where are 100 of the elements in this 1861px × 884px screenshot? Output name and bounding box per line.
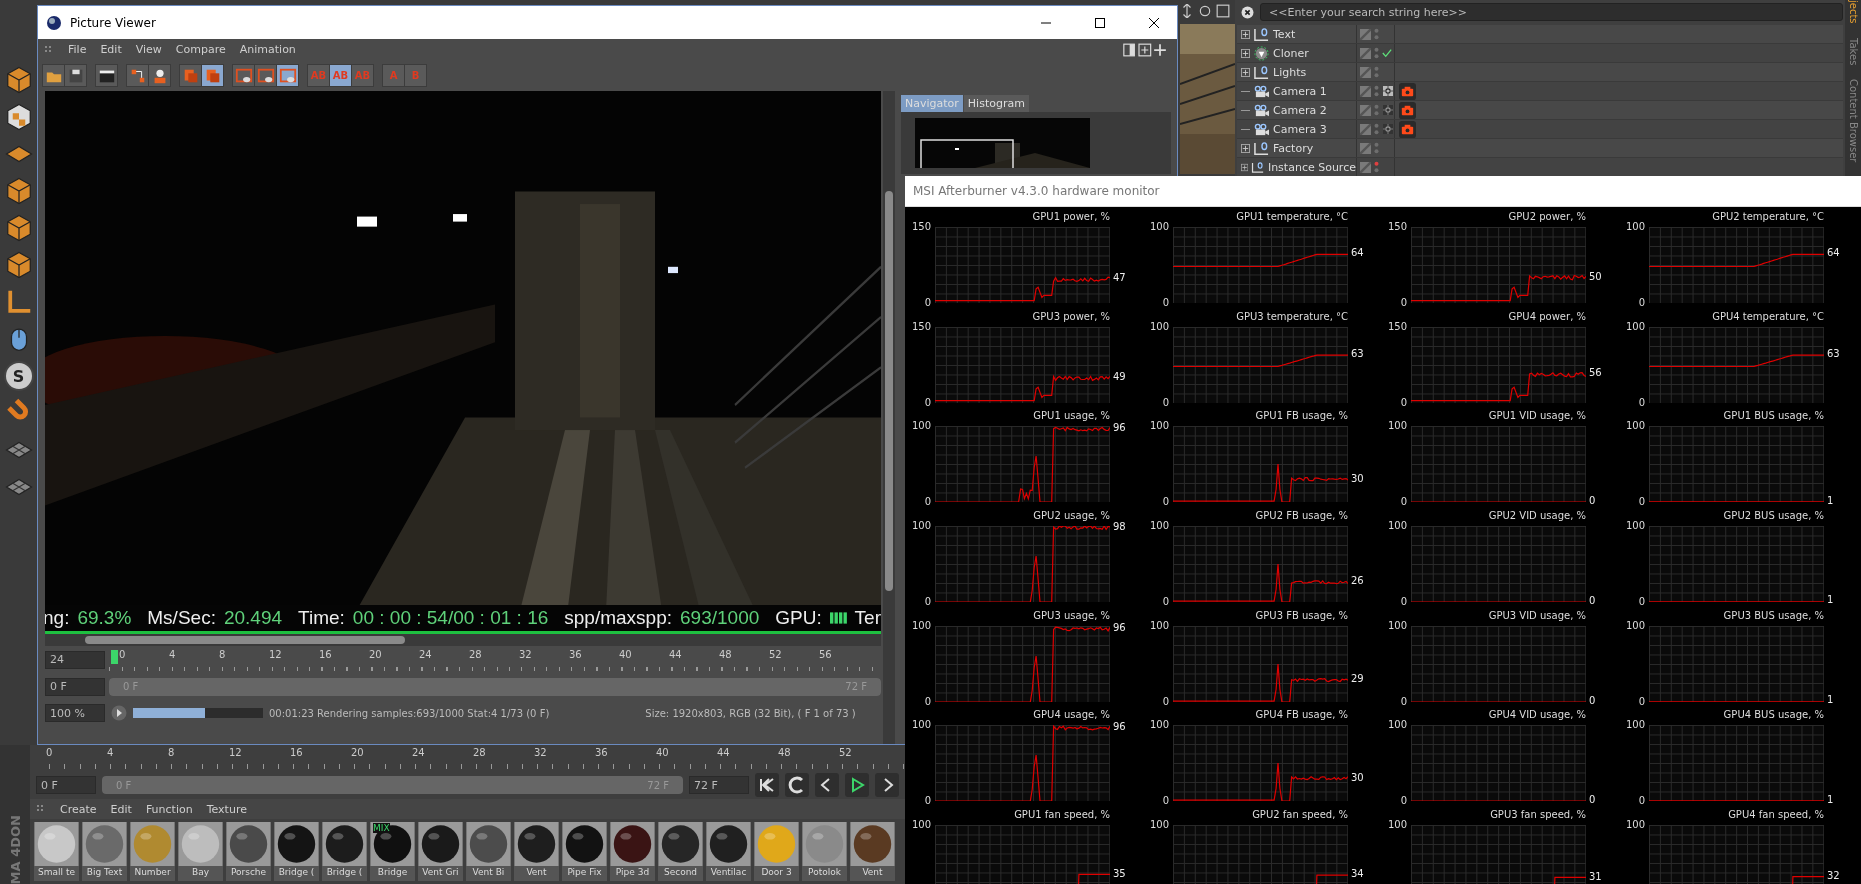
visibility-dots-icon[interactable] bbox=[1374, 160, 1379, 174]
material-swatch[interactable]: Bridge ( bbox=[322, 822, 367, 881]
expand-icon[interactable] bbox=[1241, 48, 1250, 58]
frame-icon[interactable] bbox=[1216, 4, 1230, 18]
axis-label: 100 bbox=[911, 420, 931, 432]
frame-icon[interactable] bbox=[255, 65, 276, 86]
material-swatch[interactable]: MIX Bridge bbox=[370, 822, 415, 881]
grip-icon bbox=[36, 804, 46, 814]
nodes-icon[interactable] bbox=[127, 65, 148, 86]
axis-label: 0 bbox=[1638, 396, 1645, 408]
material-swatch[interactable]: Vent bbox=[514, 822, 559, 881]
graph-title: GPU3 temperature, °C bbox=[1236, 310, 1348, 322]
circle-letter-icon[interactable]: S bbox=[3, 361, 34, 391]
menu-item[interactable]: View bbox=[135, 43, 162, 56]
visibility-dots-icon[interactable] bbox=[1374, 84, 1379, 98]
camera-tag-icon[interactable] bbox=[1399, 101, 1416, 119]
menu-item[interactable]: Create bbox=[60, 802, 97, 816]
zoom-field[interactable]: 100 % bbox=[45, 704, 105, 722]
step-back-icon[interactable] bbox=[815, 773, 839, 797]
side-tab[interactable]: jects bbox=[1847, 0, 1859, 24]
target-tag-icon[interactable] bbox=[1383, 124, 1393, 134]
visibility-dots-icon[interactable] bbox=[1374, 103, 1379, 117]
step-forward-icon[interactable] bbox=[875, 773, 899, 797]
material-swatch[interactable]: Vent bbox=[850, 822, 895, 881]
end-frame-field[interactable]: 72 F bbox=[689, 776, 749, 794]
frame-icon[interactable] bbox=[277, 65, 298, 86]
visibility-dots-icon[interactable] bbox=[1374, 65, 1379, 79]
object-row[interactable]: Camera 3 bbox=[1237, 120, 1843, 139]
vertical-scrollbar[interactable] bbox=[883, 91, 895, 744]
side-tab[interactable]: Takes bbox=[1847, 37, 1859, 65]
stat-label: spp/maxspp: bbox=[564, 607, 672, 629]
layer-icon[interactable] bbox=[1360, 123, 1371, 135]
frame-icon[interactable] bbox=[233, 65, 254, 86]
loop-icon[interactable] bbox=[785, 773, 809, 797]
menu-item[interactable]: Compare bbox=[175, 43, 226, 56]
layer-icon[interactable] bbox=[1360, 85, 1371, 97]
material-swatch[interactable]: Porsche bbox=[226, 822, 271, 881]
camera-tag-icon[interactable] bbox=[1399, 82, 1416, 100]
rotate-icon[interactable] bbox=[1198, 4, 1212, 18]
material-swatch[interactable]: Vent Bi bbox=[466, 822, 511, 881]
horizontal-scrollbar[interactable] bbox=[45, 634, 881, 646]
layer-icon[interactable] bbox=[1360, 161, 1371, 173]
axis-label: 0 bbox=[924, 795, 931, 807]
fps-field[interactable]: 24 bbox=[45, 650, 105, 669]
expand-icon[interactable] bbox=[1241, 29, 1250, 39]
user-icon[interactable] bbox=[149, 65, 170, 86]
clapper-icon[interactable] bbox=[96, 65, 117, 86]
object-row[interactable]: Cloner bbox=[1237, 44, 1843, 63]
go-to-start-icon[interactable] bbox=[755, 773, 779, 797]
check-icon[interactable] bbox=[1382, 48, 1392, 58]
material-swatch[interactable]: Number bbox=[130, 822, 175, 881]
object-row[interactable]: Factory bbox=[1237, 139, 1843, 158]
expand-icon[interactable] bbox=[1241, 143, 1250, 153]
material-swatch[interactable]: Bay bbox=[178, 822, 223, 881]
material-swatch[interactable]: Potolok bbox=[802, 822, 847, 881]
object-row[interactable]: Lights bbox=[1237, 63, 1843, 82]
material-swatch[interactable]: Small te bbox=[34, 822, 79, 881]
frame-field[interactable]: 0 F bbox=[45, 677, 105, 696]
play-icon[interactable] bbox=[845, 773, 869, 797]
search-field[interactable]: <<Enter your search string here>> bbox=[1260, 3, 1843, 21]
axis-label: 0 bbox=[1638, 695, 1645, 707]
layer-icon[interactable] bbox=[1360, 47, 1371, 59]
axis-label: 0 bbox=[924, 596, 931, 608]
visibility-dots-icon[interactable] bbox=[1374, 27, 1379, 41]
target-tag-icon[interactable] bbox=[1383, 105, 1393, 115]
material-swatch[interactable]: Door 3 bbox=[754, 822, 799, 881]
object-row[interactable]: Camera 2 bbox=[1237, 101, 1843, 120]
material-swatch[interactable]: Vent Gri bbox=[418, 822, 463, 881]
visibility-dots-icon[interactable] bbox=[1374, 141, 1379, 155]
frame-field[interactable]: 0 F bbox=[36, 776, 96, 794]
side-tab[interactable]: Content Browser bbox=[1847, 78, 1859, 163]
object-row[interactable]: Text bbox=[1237, 25, 1843, 44]
menu-item[interactable]: Texture bbox=[206, 802, 247, 816]
material-swatch[interactable]: Second bbox=[658, 822, 703, 881]
material-swatch[interactable]: Bridge ( bbox=[274, 822, 319, 881]
menu-item[interactable]: Edit bbox=[110, 802, 132, 816]
visibility-dots-icon[interactable] bbox=[1374, 46, 1379, 60]
current-value: 63 bbox=[1351, 347, 1364, 359]
panel-tab[interactable]: Histogram bbox=[963, 95, 1029, 112]
close-icon[interactable] bbox=[1241, 5, 1254, 19]
expand-icon[interactable] bbox=[1241, 162, 1249, 172]
menu-item[interactable]: Animation bbox=[239, 43, 296, 56]
camera-icon bbox=[1253, 83, 1270, 99]
menu-item[interactable]: File bbox=[68, 43, 87, 56]
object-row[interactable]: Camera 1 bbox=[1237, 82, 1843, 101]
expand-icon[interactable] bbox=[1241, 67, 1250, 77]
material-swatch[interactable]: Ventilac bbox=[706, 822, 751, 881]
menu-item[interactable]: Function bbox=[145, 802, 193, 816]
material-swatch[interactable]: Big Text bbox=[82, 822, 127, 881]
current-value: 34 bbox=[1351, 868, 1364, 880]
visibility-dots-icon[interactable] bbox=[1374, 122, 1379, 136]
play-icon[interactable] bbox=[111, 705, 127, 721]
folder-icon[interactable] bbox=[43, 65, 64, 86]
material-swatch[interactable]: Pipe 3d bbox=[610, 822, 655, 881]
target-tag-icon[interactable] bbox=[1383, 86, 1393, 96]
current-value: 30 bbox=[1351, 472, 1364, 484]
menu-item[interactable]: Edit bbox=[100, 43, 122, 56]
material-swatch[interactable]: Pipe Fix bbox=[562, 822, 607, 881]
move-icon[interactable] bbox=[1180, 4, 1194, 18]
camera-tag-icon[interactable] bbox=[1399, 120, 1416, 138]
